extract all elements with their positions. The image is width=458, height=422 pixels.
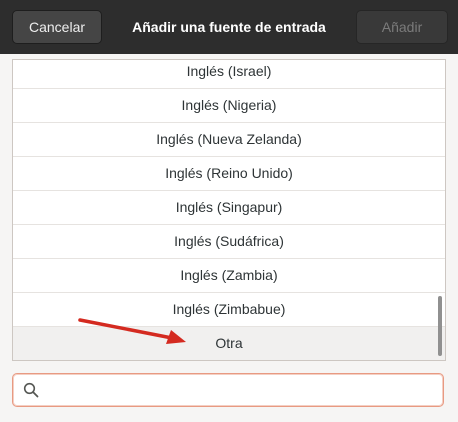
- search-input[interactable]: [47, 378, 437, 402]
- list-item[interactable]: Inglés (Singapur): [13, 191, 445, 225]
- search-field[interactable]: [12, 373, 444, 407]
- add-input-source-dialog: Cancelar Añadir una fuente de entrada Añ…: [0, 0, 458, 422]
- list-item[interactable]: Inglés (Nueva Zelanda): [13, 123, 445, 157]
- header-bar: Cancelar Añadir una fuente de entrada Añ…: [0, 0, 458, 54]
- cancel-button[interactable]: Cancelar: [12, 10, 102, 44]
- add-button[interactable]: Añadir: [356, 10, 448, 44]
- list-item[interactable]: Inglés (Israel): [13, 60, 445, 89]
- list-item[interactable]: Inglés (Reino Unido): [13, 157, 445, 191]
- dialog-title: Añadir una fuente de entrada: [132, 19, 326, 35]
- scrollbar-thumb[interactable]: [438, 296, 442, 356]
- list-item[interactable]: Inglés (Zambia): [13, 259, 445, 293]
- red-arrow-icon: [78, 318, 186, 344]
- list-item[interactable]: Inglés (Nigeria): [13, 89, 445, 123]
- list-item[interactable]: Inglés (Sudáfrica): [13, 225, 445, 259]
- search-icon: [23, 382, 39, 398]
